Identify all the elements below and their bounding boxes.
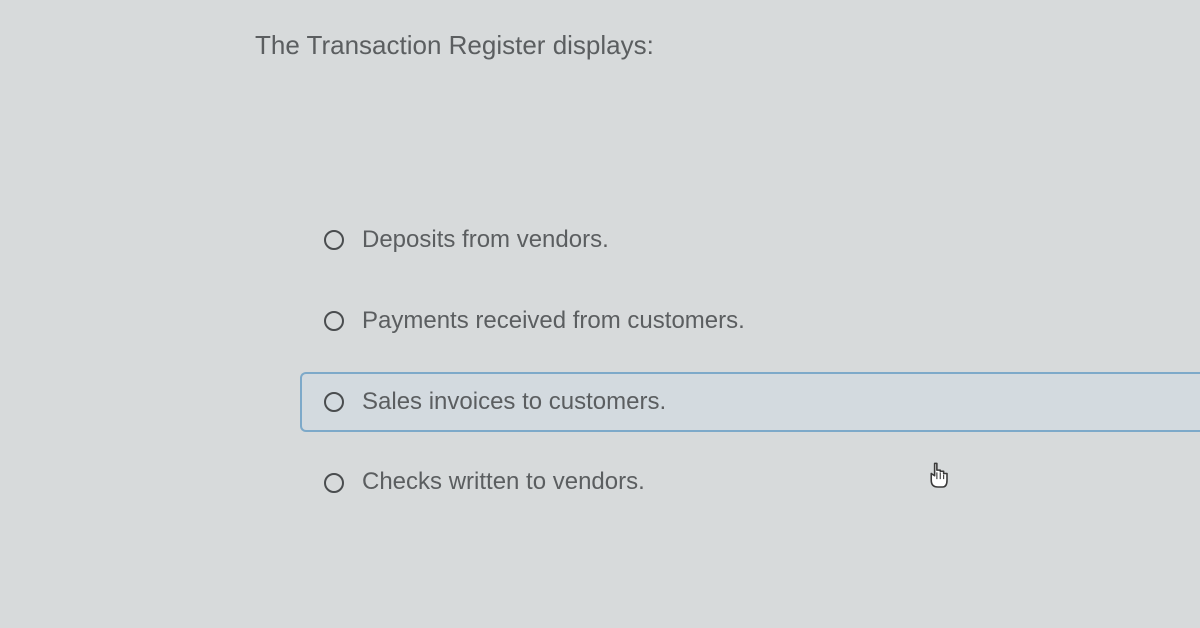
option-sales-invoices[interactable]: Sales invoices to customers. [300, 372, 1200, 433]
option-payments-customers[interactable]: Payments received from customers. [300, 291, 1200, 352]
options-list: Deposits from vendors. Payments received… [300, 210, 1200, 533]
radio-icon [324, 311, 344, 331]
option-checks-vendors[interactable]: Checks written to vendors. [300, 452, 1200, 513]
option-label: Payments received from customers. [362, 307, 745, 336]
option-deposits-vendors[interactable]: Deposits from vendors. [300, 210, 1200, 271]
option-label: Checks written to vendors. [362, 468, 645, 497]
question-prompt: The Transaction Register displays: [255, 30, 654, 61]
radio-icon [324, 473, 344, 493]
option-label: Deposits from vendors. [362, 226, 609, 255]
radio-icon [324, 392, 344, 412]
radio-icon [324, 230, 344, 250]
option-label: Sales invoices to customers. [362, 388, 666, 417]
